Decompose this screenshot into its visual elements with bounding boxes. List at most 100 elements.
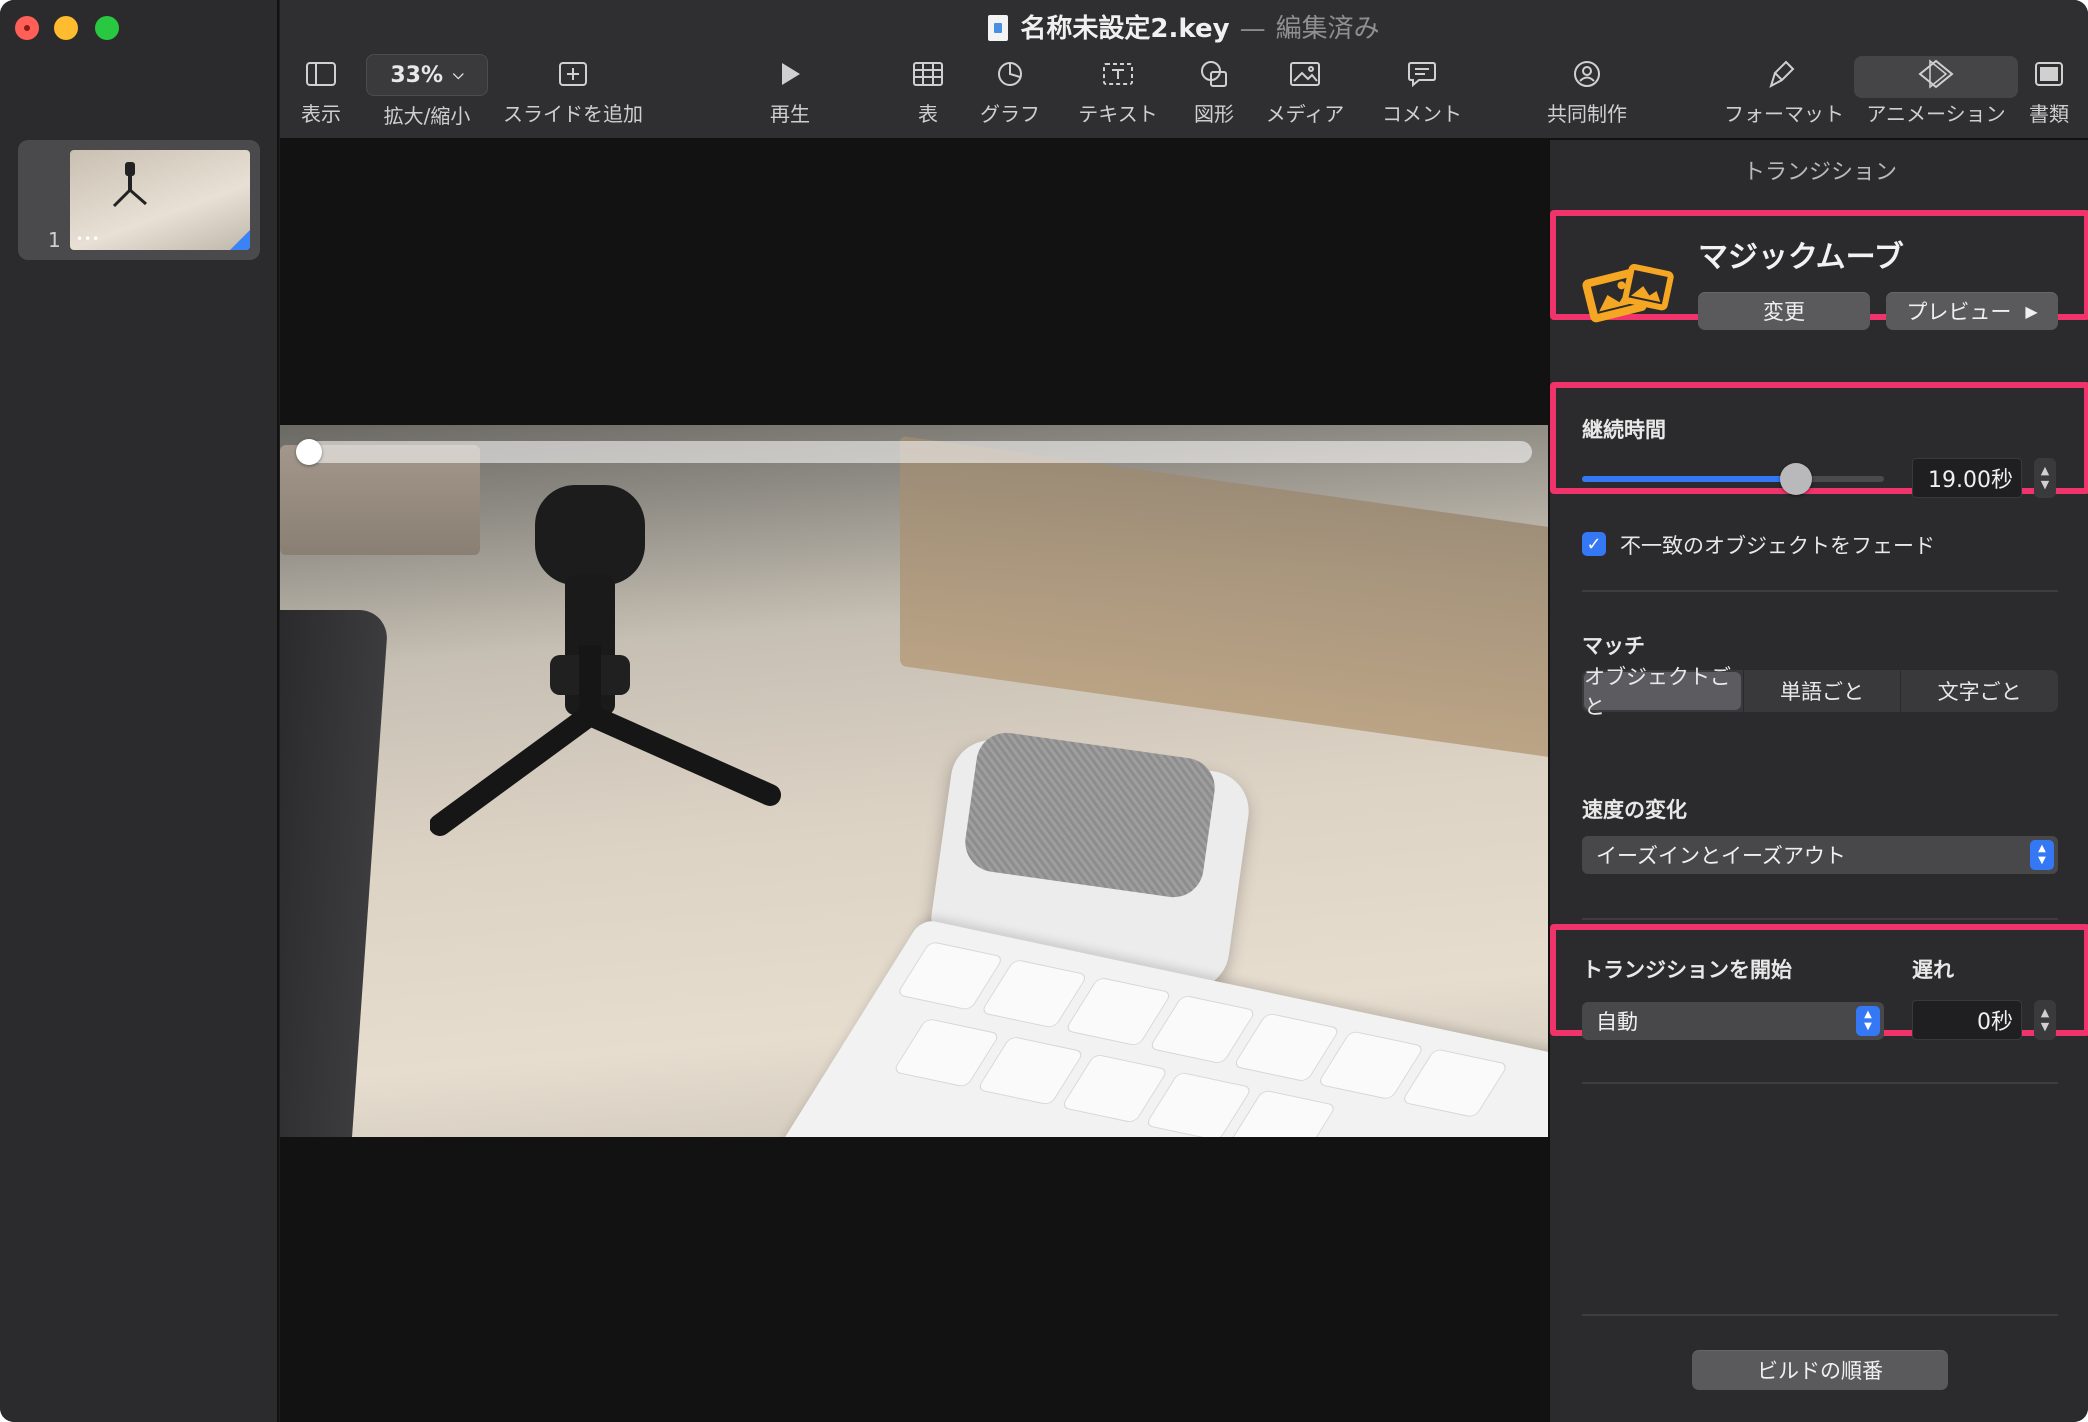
view-button[interactable]: 表示 xyxy=(280,54,362,127)
match-option-word[interactable]: 単語ごと xyxy=(1742,670,1901,712)
animate-diamond-icon xyxy=(1860,54,2012,94)
text-button[interactable]: テキスト xyxy=(1070,54,1166,127)
duration-slider[interactable] xyxy=(1582,463,1884,495)
duration-slider-fill xyxy=(1582,476,1797,482)
keyboard-key xyxy=(1400,1048,1509,1119)
slide-thumbnail: ••• xyxy=(70,150,250,250)
slide-video[interactable] xyxy=(280,425,1548,1137)
start-transition-value: 自動 xyxy=(1596,1010,1638,1034)
delay-stepper[interactable]: ▲ ▼ xyxy=(2034,1000,2056,1040)
fade-checkbox-label: 不一致のオブジェクトをフェード xyxy=(1620,534,1935,558)
duration-field[interactable]: 19.00秒 xyxy=(1912,458,2022,498)
section-divider xyxy=(1582,1314,2058,1316)
keynote-document-icon xyxy=(988,15,1009,41)
text-label: テキスト xyxy=(1078,102,1158,126)
chart-icon xyxy=(970,54,1050,94)
video-progress-knob[interactable] xyxy=(296,439,322,465)
start-transition-popup[interactable]: 自動 ▲ ▼ xyxy=(1582,1002,1884,1040)
zoom-value: 33% xyxy=(390,62,444,88)
table-label: 表 xyxy=(918,102,938,126)
zoom-control[interactable]: 33% ⌵ 拡大/縮小 xyxy=(366,54,488,129)
media-label: メディア xyxy=(1265,102,1345,126)
shape-label: 図形 xyxy=(1194,102,1234,126)
add-slide-button[interactable]: スライドを追加 xyxy=(502,54,644,127)
match-option-character[interactable]: 文字ごと xyxy=(1900,670,2058,712)
shape-button[interactable]: 図形 xyxy=(1178,54,1250,127)
chevron-down-icon: ⌵ xyxy=(453,67,464,83)
popup-arrows-icon: ▲ ▼ xyxy=(2030,840,2054,870)
acceleration-value: イーズインとイーズアウト xyxy=(1596,844,1846,868)
photo-wood-box xyxy=(900,435,1548,765)
transition-indicator xyxy=(230,230,250,250)
table-button[interactable]: 表 xyxy=(898,54,958,127)
comment-label: コメント xyxy=(1382,102,1462,126)
chevron-up-icon: ▲ xyxy=(2040,464,2050,477)
comment-icon xyxy=(1372,54,1472,94)
chevron-up-icon: ▲ xyxy=(2040,1006,2050,1019)
play-icon: ▶ xyxy=(2025,301,2038,321)
thumbnail-image xyxy=(112,162,147,208)
preview-button[interactable]: プレビュー ▶ xyxy=(1886,292,2058,330)
section-divider xyxy=(1582,1082,2058,1084)
document-button[interactable]: 書類 xyxy=(2018,54,2080,127)
fade-checkbox[interactable]: ✓ xyxy=(1582,532,1606,556)
minimize-window-button[interactable] xyxy=(54,16,78,40)
slide-build-dots: ••• xyxy=(76,232,101,246)
start-transition-label: トランジションを開始 xyxy=(1582,958,1792,982)
animate-label: アニメーション xyxy=(1866,102,2006,126)
play-icon xyxy=(750,54,830,94)
comment-button[interactable]: コメント xyxy=(1372,54,1472,127)
acceleration-label: 速度の変化 xyxy=(1582,798,1687,822)
chevron-down-icon: ▼ xyxy=(2040,478,2050,491)
collaborate-icon xyxy=(1542,54,1632,94)
zoom-label: 拡大/縮小 xyxy=(383,104,471,128)
match-label: マッチ xyxy=(1582,634,1645,658)
slide-canvas[interactable] xyxy=(280,140,1548,1422)
popup-arrows-icon: ▲ ▼ xyxy=(1856,1006,1880,1036)
format-label: フォーマット xyxy=(1724,102,1844,126)
play-button[interactable]: 再生 xyxy=(750,54,830,127)
delay-label: 遅れ xyxy=(1912,958,1954,982)
slide-thumbnail-item[interactable]: 1 ••• xyxy=(18,140,260,260)
edit-status: 編集済み xyxy=(1275,14,1380,44)
toolbar: 名称未設定2.key — 編集済み 表示 33% ⌵ 拡大/縮小 スライドを追加 xyxy=(280,0,2088,140)
document-label: 書類 xyxy=(2029,102,2069,126)
chart-button[interactable]: グラフ xyxy=(970,54,1050,127)
section-divider xyxy=(1582,918,2058,920)
slide-number: 1 xyxy=(48,228,61,252)
text-box-icon xyxy=(1070,54,1166,94)
build-order-label: ビルドの順番 xyxy=(1757,1359,1883,1383)
add-slide-label: スライドを追加 xyxy=(503,102,643,126)
video-progress-bar[interactable] xyxy=(296,439,1532,465)
acceleration-popup[interactable]: イーズインとイーズアウト ▲ ▼ xyxy=(1582,836,2058,874)
shape-icon xyxy=(1178,54,1250,94)
magic-move-icon xyxy=(1582,263,1674,323)
transition-name: マジックムーブ xyxy=(1698,240,1904,275)
change-transition-button[interactable]: 変更 xyxy=(1698,292,1870,330)
title-separator: — xyxy=(1239,14,1266,44)
duration-stepper[interactable]: ▲ ▼ xyxy=(2034,458,2056,498)
duration-label: 継続時間 xyxy=(1582,418,1666,442)
preview-button-label: プレビュー xyxy=(1906,300,2012,324)
view-label: 表示 xyxy=(301,102,341,126)
media-button[interactable]: メディア xyxy=(1260,54,1350,127)
table-icon xyxy=(898,54,958,94)
format-button[interactable]: フォーマット xyxy=(1724,54,1844,127)
zoom-popup[interactable]: 33% ⌵ xyxy=(366,54,488,96)
window-title: 名称未設定2.key — 編集済み xyxy=(280,8,2088,45)
animate-button[interactable]: アニメーション xyxy=(1860,54,2012,127)
zoom-window-button[interactable] xyxy=(95,16,119,40)
match-segmented-control: オブジェクトごと 単語ごと 文字ごと xyxy=(1582,665,2058,719)
build-order-button[interactable]: ビルドの順番 xyxy=(1692,1350,1948,1390)
inspector-title: トランジション xyxy=(1742,160,1897,185)
chevron-down-icon: ▼ xyxy=(2040,1020,2050,1033)
collaborate-label: 共同制作 xyxy=(1547,102,1627,126)
collaborate-button[interactable]: 共同制作 xyxy=(1542,54,1632,127)
delay-field[interactable]: 0秒 xyxy=(1912,1000,2022,1040)
transition-inspector: トランジション マジックムーブ 変更 プレビュー ▶ 継続時間 19.00秒 ▲… xyxy=(1548,140,2088,1422)
chart-label: グラフ xyxy=(980,102,1040,126)
section-divider xyxy=(1582,590,2058,592)
document-inspector-icon xyxy=(2018,54,2080,94)
close-window-button[interactable] xyxy=(15,16,39,40)
match-option-object[interactable]: オブジェクトごと xyxy=(1584,665,1741,719)
